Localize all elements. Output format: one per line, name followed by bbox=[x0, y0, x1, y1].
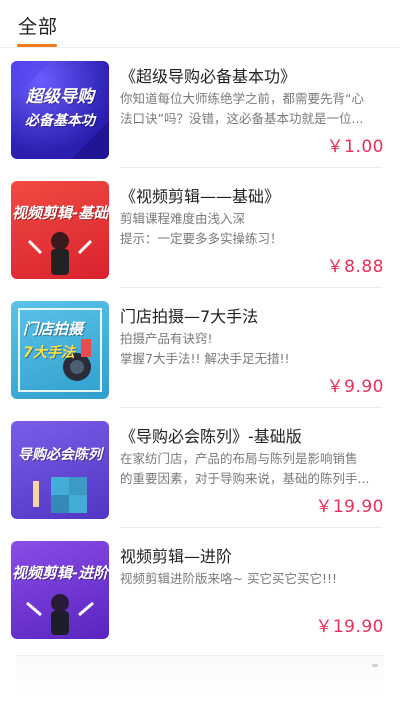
description-line: 视频剪辑进阶版来咯~ 买它买它买它!!! bbox=[120, 571, 337, 586]
course-description: 拍摄产品有诀窍! 掌握7大手法!! 解决手足无措!! bbox=[120, 329, 388, 369]
course-price: ￥9.90 bbox=[326, 377, 384, 397]
course-thumbnail[interactable]: 视频剪辑-基础 bbox=[11, 181, 109, 279]
course-description: 你知道每位大师练绝学之前，都需要先背“心 法口诀”吗？没错，这必备基本功就是一位… bbox=[120, 89, 388, 129]
course-price: ￥8.88 bbox=[326, 257, 384, 277]
course-thumbnail[interactable]: 视频剪辑-进阶 bbox=[11, 541, 109, 639]
thumbnail-title-line: 导购必会陈列 bbox=[18, 447, 102, 463]
course-thumbnail[interactable]: 超级导购 必备基本功 bbox=[11, 61, 109, 159]
course-description: 视频剪辑进阶版来咯~ 买它买它买它!!! bbox=[120, 569, 388, 589]
thumbnail-art bbox=[27, 232, 93, 275]
thumbnail-title-line: 门店拍摄 bbox=[22, 320, 83, 338]
course-item[interactable]: 超级导购 必备基本功 《超级导购必备基本功》 你知道每位大师练绝学之前，都需要先… bbox=[0, 48, 400, 168]
thumbnail-title-line: 视频剪辑-基础 bbox=[11, 204, 109, 222]
thumbnail-art bbox=[11, 61, 109, 159]
thumbnail-art bbox=[26, 594, 94, 635]
scroll-indicator bbox=[372, 664, 378, 667]
description-line: 提示：一定要多多实操练习！ bbox=[120, 231, 283, 246]
course-item[interactable]: 导购必会陈列 《导购必会陈列》-基础版 在家纺门店，产品的布局与陈列是影响销售 … bbox=[0, 408, 400, 528]
course-item[interactable]: 视频剪辑-进阶 视频剪辑—进阶 视频剪辑进阶版来咯~ 买它买它买它!!! ￥19… bbox=[0, 528, 400, 648]
description-line: 剪辑课程难度由浅入深 bbox=[120, 211, 246, 226]
thumbnail-title-line: 必备基本功 bbox=[25, 113, 95, 129]
tab-all[interactable]: 全部 bbox=[18, 12, 58, 39]
thumbnail-title-line: 视频剪辑-进阶 bbox=[11, 564, 109, 582]
description-line: 法口诀”吗？没错，这必备基本功就是一位... bbox=[120, 111, 364, 126]
course-title[interactable]: 《视频剪辑——基础》 bbox=[120, 183, 390, 207]
course-item[interactable]: 视频剪辑-基础 《视频剪辑——基础》 剪辑课程难度由浅入深 提示：一定要多多实操… bbox=[0, 168, 400, 288]
thumbnail-art bbox=[33, 477, 87, 513]
thumbnail-title-line: 超级导购 bbox=[26, 87, 94, 107]
tab-bar: 全部 bbox=[0, 0, 400, 48]
course-title[interactable]: 《超级导购必备基本功》 bbox=[120, 63, 390, 87]
course-description: 剪辑课程难度由浅入深 提示：一定要多多实操练习！ bbox=[120, 209, 388, 249]
description-line: 的重要因素，对于导购来说，基础的陈列手... bbox=[120, 471, 370, 486]
list-end-card bbox=[16, 655, 384, 695]
course-price: ￥19.90 bbox=[315, 617, 384, 637]
description-line: 在家纺门店，产品的布局与陈列是影响销售 bbox=[120, 451, 358, 466]
description-line: 掌握7大手法!! 解决手足无措!! bbox=[120, 351, 290, 366]
description-line: 拍摄产品有诀窍! bbox=[120, 331, 213, 346]
course-thumbnail[interactable]: 导购必会陈列 bbox=[11, 421, 109, 519]
course-price: ￥1.00 bbox=[326, 137, 384, 157]
thumbnail-title-line: 7大手法 bbox=[23, 345, 75, 361]
description-line: 你知道每位大师练绝学之前，都需要先背“心 bbox=[120, 91, 364, 106]
course-title[interactable]: 门店拍摄—7大手法 bbox=[120, 303, 390, 327]
course-description: 在家纺门店，产品的布局与陈列是影响销售 的重要因素，对于导购来说，基础的陈列手.… bbox=[120, 449, 388, 489]
course-title[interactable]: 《导购必会陈列》-基础版 bbox=[120, 423, 390, 447]
course-title[interactable]: 视频剪辑—进阶 bbox=[120, 543, 390, 567]
course-item[interactable]: 门店拍摄 7大手法 门店拍摄—7大手法 拍摄产品有诀窍! 掌握7大手法!! 解决… bbox=[0, 288, 400, 408]
course-thumbnail[interactable]: 门店拍摄 7大手法 bbox=[11, 301, 109, 399]
course-price: ￥19.90 bbox=[315, 497, 384, 517]
